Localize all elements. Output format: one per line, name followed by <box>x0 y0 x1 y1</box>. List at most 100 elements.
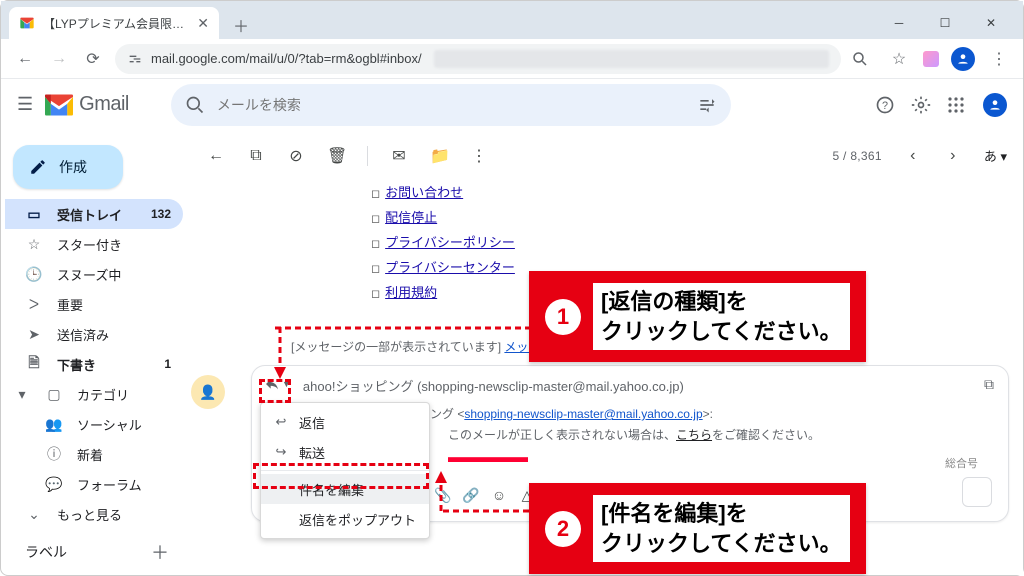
next-page-icon[interactable]: › <box>944 147 962 165</box>
main-menu-icon[interactable]: ☰ <box>17 94 33 115</box>
clock-icon: 🕒 <box>25 266 43 283</box>
forward-icon[interactable]: → <box>47 50 71 68</box>
annotation-text-2: [件名を編集]を クリックしてください。 <box>593 495 850 562</box>
back-to-inbox-icon[interactable]: ← <box>207 147 225 165</box>
divider <box>367 146 368 166</box>
menu-popout[interactable]: 返信をポップアウト <box>261 504 429 534</box>
annotation-box-2 <box>253 463 429 489</box>
annotation-callout-2: 2 [件名を編集]を クリックしてください。 <box>529 483 866 574</box>
people-icon: 👥 <box>45 416 63 433</box>
link-privacy-center[interactable]: プライバシーセンター <box>385 260 515 275</box>
prev-page-icon[interactable]: ‹ <box>904 147 922 165</box>
compose-label: 作成 <box>59 157 87 177</box>
extension-icon[interactable] <box>923 51 939 67</box>
reply-avatar: 👤 <box>191 375 225 409</box>
window-minimize[interactable]: ─ <box>885 9 913 37</box>
footer-fragment: 総合号 <box>945 455 978 471</box>
annotation-number-1: 1 <box>545 299 581 335</box>
link-terms[interactable]: 利用規約 <box>385 285 437 300</box>
quoted-email-link[interactable]: shopping-newsclip-master@mail.yahoo.co.j… <box>464 407 702 421</box>
site-settings-icon[interactable] <box>127 51 143 67</box>
sidebar-item-drafts[interactable]: 🗎下書き1 <box>5 349 183 379</box>
window-close[interactable]: ✕ <box>977 9 1005 37</box>
delete-icon[interactable]: 🗑 <box>327 146 345 166</box>
quoted-help-link[interactable]: こちら <box>676 428 712 442</box>
caret-down-icon: ▾ <box>13 386 31 403</box>
input-tools[interactable]: あ ▾ <box>984 146 1007 165</box>
tab-title: 【LYPプレミアム会員限定】本日の特… <box>43 15 189 32</box>
report-spam-icon[interactable]: ⊘ <box>287 146 305 166</box>
url-text: mail.google.com/mail/u/0/?tab=rm&ogbl#in… <box>151 51 422 66</box>
support-icon[interactable]: ? <box>875 95 897 115</box>
gmail-brand-text: Gmail <box>79 93 129 116</box>
sidebar-item-sent[interactable]: ➤送信済み <box>5 319 183 349</box>
search-shortcut-icon[interactable] <box>851 50 875 68</box>
star-icon: ☆ <box>25 236 43 253</box>
info-icon: ⓘ <box>45 444 63 464</box>
browser-tab[interactable]: 【LYPプレミアム会員限定】本日の特… ✕ <box>9 7 219 39</box>
favicon <box>19 15 35 31</box>
mark-unread-icon[interactable]: ✉ <box>390 146 408 166</box>
window-maximize[interactable]: ☐ <box>931 9 959 37</box>
move-to-icon[interactable]: 📁 <box>430 146 448 166</box>
link-privacy-policy[interactable]: プライバシーポリシー <box>385 235 515 250</box>
popout-icon[interactable]: ⧉ <box>984 376 994 393</box>
add-label-icon[interactable]: ＋ <box>151 539 169 565</box>
delete-draft-button[interactable] <box>962 477 992 507</box>
close-tab-icon[interactable]: ✕ <box>197 15 209 32</box>
reload-icon[interactable]: ⟳ <box>81 49 105 69</box>
archive-icon[interactable]: ⧉ <box>247 147 265 165</box>
compose-button[interactable]: 作成 <box>13 145 123 189</box>
important-icon: ᐳ <box>25 296 43 313</box>
sidebar-item-starred[interactable]: ☆スター付き <box>5 229 183 259</box>
file-icon: 🗎 <box>25 352 43 376</box>
url-blurred-suffix <box>434 50 829 68</box>
search-icon <box>185 95 205 115</box>
apps-icon[interactable] <box>947 96 969 114</box>
inbox-icon: ▭ <box>25 206 43 223</box>
reply-to-field[interactable]: ahoo!ショッピング (shopping-newsclip-master@ma… <box>303 376 684 395</box>
settings-icon[interactable] <box>911 95 933 115</box>
sidebar-item-updates[interactable]: ⓘ新着 <box>5 439 183 469</box>
chevron-down-icon: ⌄ <box>25 506 43 523</box>
message-toolbar: ← ⧉ ⊘ 🗑 ✉ 📁 ⋮ 5 / 8,361 ‹ › あ ▾ <box>191 133 1023 179</box>
gmail-header: ☰ Gmail ? <box>1 79 1023 131</box>
tag-icon: ▢ <box>45 386 63 403</box>
sidebar-item-categories[interactable]: ▾▢カテゴリ <box>5 379 183 409</box>
sidebar-item-inbox[interactable]: ▭ 受信トレイ 132 <box>5 199 183 229</box>
profile-avatar[interactable] <box>951 47 975 71</box>
annotation-arrow-1h <box>273 321 531 335</box>
sent-icon: ➤ <box>25 326 43 343</box>
browser-tab-strip: 【LYPプレミアム会員限定】本日の特… ✕ ＋ ─ ☐ ✕ <box>1 1 1023 39</box>
labels-header: ラベル ＋ <box>5 529 183 569</box>
sidebar-item-important[interactable]: ᐳ重要 <box>5 289 183 319</box>
sidebar: 作成 ▭ 受信トレイ 132 ☆スター付き 🕒スヌーズ中 ᐳ重要 ➤送信済み 🗎… <box>1 131 191 575</box>
gmail-logo[interactable]: Gmail <box>45 93 129 116</box>
chrome-menu-icon[interactable]: ⋮ <box>987 49 1011 69</box>
menu-reply[interactable]: ↩返信 <box>261 407 429 437</box>
annotation-box-1 <box>259 379 291 403</box>
bookmark-icon[interactable]: ☆ <box>887 49 911 69</box>
back-icon[interactable]: ← <box>13 50 37 68</box>
new-tab-button[interactable]: ＋ <box>227 11 255 39</box>
link-contact[interactable]: お問い合わせ <box>385 185 463 200</box>
more-actions-icon[interactable]: ⋮ <box>470 146 488 166</box>
search-input[interactable] <box>217 97 685 113</box>
sidebar-item-snoozed[interactable]: 🕒スヌーズ中 <box>5 259 183 289</box>
search-box[interactable] <box>171 84 731 126</box>
annotation-number-2: 2 <box>545 511 581 547</box>
sidebar-item-social[interactable]: 👥ソーシャル <box>5 409 183 439</box>
sidebar-item-more[interactable]: ⌄もっと見る <box>5 499 183 529</box>
annotation-callout-1: 1 [返信の種類]を クリックしてください。 <box>529 271 866 362</box>
sidebar-item-forums[interactable]: 💬フォーラム <box>5 469 183 499</box>
pencil-icon <box>29 158 47 176</box>
url-field[interactable]: mail.google.com/mail/u/0/?tab=rm&ogbl#in… <box>115 44 841 74</box>
search-options-icon[interactable] <box>697 95 717 115</box>
reply-icon: ↩ <box>273 414 289 430</box>
annotation-text-1: [返信の種類]を クリックしてください。 <box>593 283 850 350</box>
forward-icon: ↪ <box>273 444 289 460</box>
account-avatar[interactable] <box>983 93 1007 117</box>
address-bar: ← → ⟳ mail.google.com/mail/u/0/?tab=rm&o… <box>1 39 1023 79</box>
forum-icon: 💬 <box>45 476 63 493</box>
link-unsubscribe[interactable]: 配信停止 <box>385 210 437 225</box>
